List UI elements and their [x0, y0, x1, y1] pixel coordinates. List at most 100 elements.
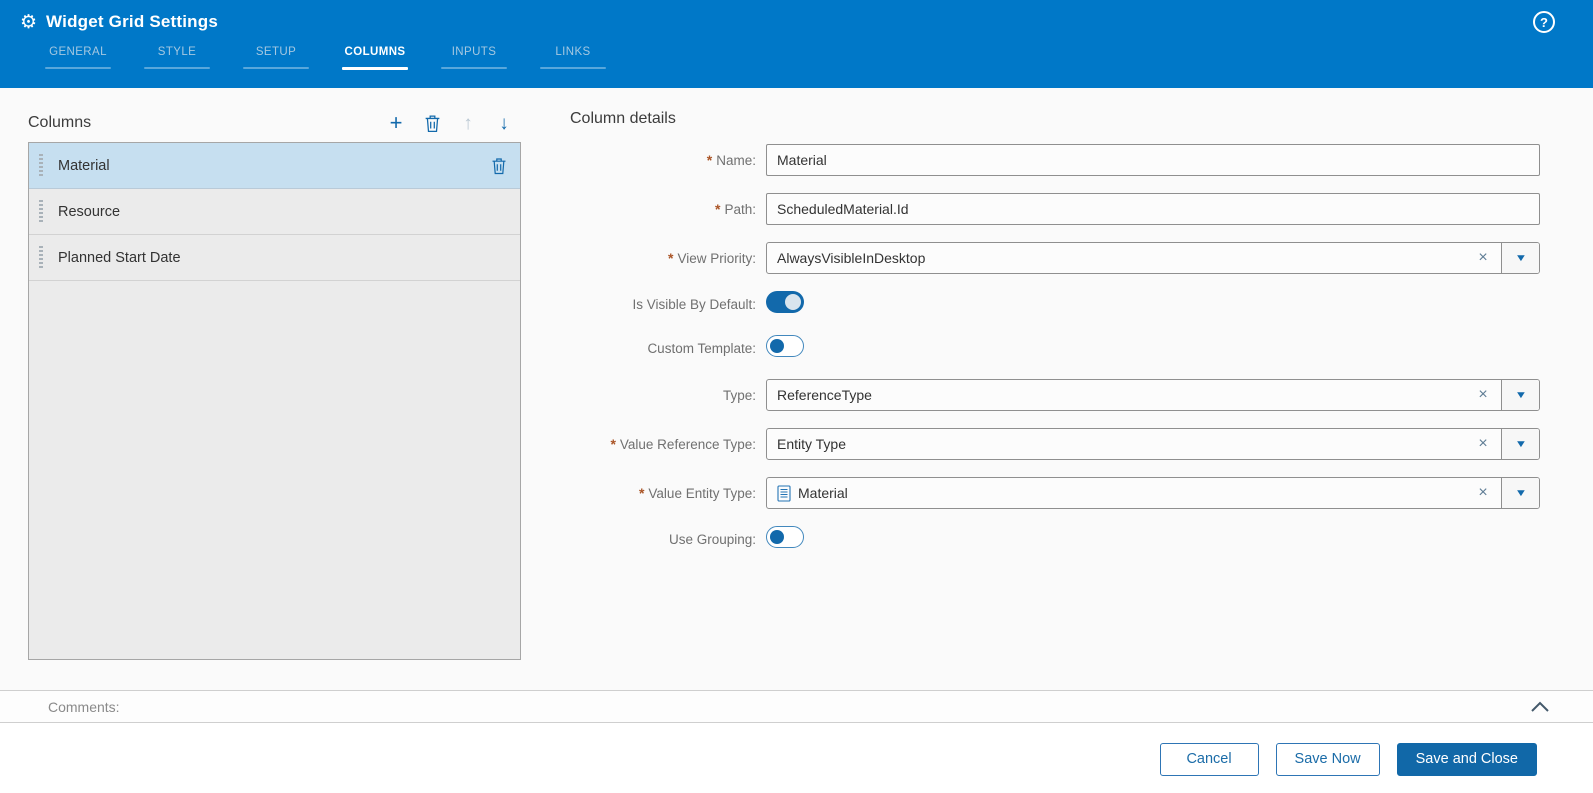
toggle-knob [785, 294, 801, 310]
value-reference-type-combobox[interactable]: Entity Type × ▼ [766, 428, 1540, 460]
value-reference-type-control: Entity Type × ▼ [766, 428, 1540, 460]
delete-row-button[interactable] [490, 157, 508, 175]
value-entity-type-combobox[interactable]: Material × ▼ [766, 477, 1540, 509]
custom-template-toggle[interactable] [766, 335, 804, 357]
path-row: *Path: [570, 193, 1540, 225]
delete-column-button[interactable] [421, 111, 443, 135]
list-item-label: Resource [58, 204, 508, 220]
chevron-down-icon: ▼ [1514, 488, 1527, 499]
drag-handle-icon[interactable] [39, 246, 43, 270]
toggle-knob [770, 339, 784, 353]
tab-style[interactable]: STYLE [144, 46, 210, 70]
tab-underline [342, 67, 408, 70]
list-item-planned-start-date[interactable]: Planned Start Date [29, 235, 520, 281]
type-value: ReferenceType [767, 380, 1465, 410]
tab-setup[interactable]: SETUP [243, 46, 309, 70]
required-marker: * [707, 152, 712, 168]
tab-underline [540, 67, 606, 69]
tab-inputs-label: INPUTS [441, 46, 507, 58]
type-row: Type: ReferenceType × ▼ [570, 379, 1540, 411]
custom-template-control [766, 335, 1540, 362]
comments-collapse-button[interactable] [1529, 699, 1551, 715]
path-label: *Path: [570, 201, 766, 217]
view-priority-combobox[interactable]: AlwaysVisibleInDesktop × ▼ [766, 242, 1540, 274]
tab-general-label: GENERAL [45, 46, 111, 58]
use-grouping-label: Use Grouping: [570, 532, 766, 547]
tab-strip: GENERAL STYLE SETUP COLUMNS INPUTS LINKS [45, 46, 1593, 70]
chevron-down-icon: ▼ [1514, 253, 1527, 264]
columns-panel-header: Columns + ↑ ↓ [28, 108, 521, 138]
help-icon[interactable]: ? [1533, 11, 1555, 33]
use-grouping-toggle[interactable] [766, 526, 804, 548]
name-label: *Name: [570, 152, 766, 168]
move-column-up-button[interactable]: ↑ [457, 111, 479, 135]
gear-icon: ⚙ [20, 13, 37, 32]
cancel-button[interactable]: Cancel [1160, 743, 1259, 776]
list-item-material[interactable]: Material [29, 143, 520, 189]
trash-icon [490, 157, 508, 175]
value-entity-type-label: *Value Entity Type: [570, 485, 766, 501]
page-title: Widget Grid Settings [46, 12, 218, 32]
columns-panel: Columns + ↑ ↓ Material [28, 108, 521, 690]
entity-type-icon [777, 485, 791, 502]
comments-label: Comments: [48, 699, 1529, 715]
move-column-down-button[interactable]: ↓ [493, 111, 515, 135]
type-control: ReferenceType × ▼ [766, 379, 1540, 411]
tab-columns[interactable]: COLUMNS [342, 46, 408, 70]
toggle-knob [770, 530, 784, 544]
clear-icon[interactable]: × [1465, 243, 1501, 273]
dropdown-button[interactable]: ▼ [1501, 380, 1539, 410]
view-priority-label: *View Priority: [570, 250, 766, 266]
tab-inputs[interactable]: INPUTS [441, 46, 507, 70]
is-visible-by-default-toggle[interactable] [766, 291, 804, 313]
column-details-panel: Column details *Name: *Path: *View Prior… [521, 108, 1540, 690]
required-marker: * [668, 250, 673, 266]
name-row: *Name: [570, 144, 1540, 176]
view-priority-row: *View Priority: AlwaysVisibleInDesktop ×… [570, 242, 1540, 274]
clear-icon[interactable]: × [1465, 380, 1501, 410]
chevron-up-icon [1530, 701, 1550, 713]
clear-icon[interactable]: × [1465, 478, 1501, 508]
tab-underline [243, 67, 309, 69]
value-entity-type-control: Material × ▼ [766, 477, 1540, 509]
tab-setup-label: SETUP [243, 46, 309, 58]
tab-general[interactable]: GENERAL [45, 46, 111, 70]
add-column-button[interactable]: + [385, 111, 407, 135]
is-visible-by-default-row: Is Visible By Default: [570, 291, 1540, 318]
name-field[interactable] [766, 144, 1540, 176]
view-priority-value: AlwaysVisibleInDesktop [767, 243, 1465, 273]
tab-columns-label: COLUMNS [342, 46, 408, 58]
tab-links[interactable]: LINKS [540, 46, 606, 70]
column-details-title: Column details [570, 110, 1540, 128]
path-field[interactable] [766, 193, 1540, 225]
drag-handle-icon[interactable] [39, 200, 43, 224]
name-control [766, 144, 1540, 176]
title-row: ⚙ Widget Grid Settings [20, 12, 1593, 32]
required-marker: * [639, 485, 644, 501]
list-item-label: Planned Start Date [58, 250, 508, 266]
comments-bar: Comments: [0, 690, 1593, 723]
footer-bar: Cancel Save Now Save and Close [0, 723, 1593, 793]
dropdown-button[interactable]: ▼ [1501, 429, 1539, 459]
type-combobox[interactable]: ReferenceType × ▼ [766, 379, 1540, 411]
clear-icon[interactable]: × [1465, 429, 1501, 459]
value-entity-type-row: *Value Entity Type: Material × ▼ [570, 477, 1540, 509]
tab-style-label: STYLE [144, 46, 210, 58]
dropdown-button[interactable]: ▼ [1501, 478, 1539, 508]
custom-template-row: Custom Template: [570, 335, 1540, 362]
tab-underline [144, 67, 210, 69]
view-priority-control: AlwaysVisibleInDesktop × ▼ [766, 242, 1540, 274]
columns-list: Material Resource Planned Start Date [28, 142, 521, 660]
drag-handle-icon[interactable] [39, 154, 43, 178]
tab-links-label: LINKS [540, 46, 606, 58]
save-and-close-button[interactable]: Save and Close [1397, 743, 1537, 776]
save-now-button[interactable]: Save Now [1276, 743, 1380, 776]
tab-underline [441, 67, 507, 69]
dialog-header: ⚙ Widget Grid Settings ? GENERAL STYLE S… [0, 0, 1593, 88]
tab-underline [45, 67, 111, 69]
chevron-down-icon: ▼ [1514, 439, 1527, 450]
trash-icon [424, 114, 441, 133]
dialog-body: Columns + ↑ ↓ Material [0, 88, 1593, 690]
list-item-resource[interactable]: Resource [29, 189, 520, 235]
dropdown-button[interactable]: ▼ [1501, 243, 1539, 273]
